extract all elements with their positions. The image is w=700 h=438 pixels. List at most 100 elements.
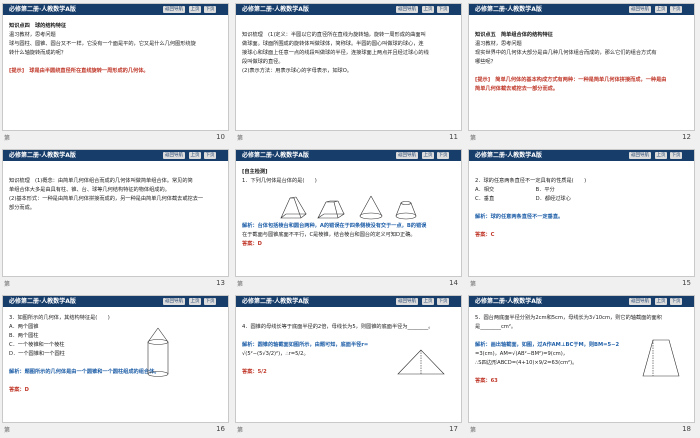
slide-text-line [475, 22, 688, 31]
slide-canvas: 必修第二册·人教数学A版 返回导航 上页 下页 2．球的任意两条直径不一定具有的性质是… [468, 149, 695, 277]
prev-page-button[interactable]: 上页 [655, 298, 667, 305]
slide-number: 14 [449, 279, 458, 287]
slide-header: 必修第二册·人教数学A版 返回导航 上页 下页 [3, 296, 228, 307]
slide-text-line: 是________cm²。 [475, 324, 517, 330]
next-page-button[interactable]: 下页 [437, 152, 449, 159]
slide-thumbnail[interactable]: 必修第二册·人教数学A版 返回导航 上页 下页 知识点五 简单组合体的结构特征 温习教材… [466, 0, 699, 146]
slide-text-line: A．两个圆锥 [9, 324, 39, 330]
slide-body: 2．球的任意两条直径不一定具有的性质是( ) A．相交 B．平分 C．垂直 D．都经… [475, 168, 688, 272]
slide-thumbnail[interactable]: 必修第二册·人教数学A版 返回导航 上页 下页知识点四 球的结构特征 温习教材，思考问题… [0, 0, 233, 146]
slide-header: 必修第二册·人教数学A版 返回导航 上页 下页 [3, 4, 228, 15]
slide-canvas: 必修第二册·人教数学A版 返回导航 上页 下页 [自主检测] 1．下列几何体是台体的是( … [235, 149, 462, 277]
slide-thumbnail[interactable]: 必修第二册·人教数学A版 返回导航 上页 下页 3．如图所示的几何体，其结构特征是( )… [0, 292, 233, 438]
slide-footer-label: 第 [470, 281, 477, 288]
slide-grid: 必修第二册·人教数学A版 返回导航 上页 下页 知识点四 球的结构特征 温习教材，思考问题… [0, 0, 700, 438]
next-page-button[interactable]: 下页 [437, 298, 449, 305]
return-nav-button[interactable]: 返回导航 [396, 298, 418, 305]
slide-thumbnail[interactable]: 必修第二册·人教数学A版 返回导航 上页 下页 4．圆锥的母线长等于底面半径的2倍，母… [233, 292, 466, 438]
slide-footer: 第 12 [468, 132, 695, 144]
return-nav-button[interactable]: 返回导航 [396, 6, 418, 13]
slide-thumbnail[interactable]: 必修第二册·人教数学A版 返回导航 上页 下页 知识梳理 (1)定义：半圆以它的直径所… [233, 0, 466, 146]
prev-page-button[interactable]: 上页 [422, 6, 434, 13]
slide-number: 12 [682, 133, 691, 141]
slide-text-line: 答案：C [475, 232, 495, 238]
return-nav-button[interactable]: 返回导航 [163, 152, 185, 159]
return-nav-button[interactable]: 返回导航 [396, 152, 418, 159]
prev-page-button[interactable]: 上页 [655, 152, 667, 159]
slide-body: 知识点四 球的结构特征 温习教材，思考问题 球与圆柱、圆锥、圆台又不一样，它没有一个… [9, 22, 222, 126]
slide-text-line: 温习教材，思考问题 [9, 32, 56, 38]
slide-text-line: 知识点五 简单组合体的结构特征 [475, 32, 553, 38]
slide-text-line: 哪些呢？ [475, 59, 496, 65]
slide-text-line [475, 67, 688, 76]
slide-footer: 第 11 [235, 132, 462, 144]
slide-canvas: 必修第二册·人教数学A版 返回导航 上页 下页 4．圆锥的母线长等于底面半径的2倍，母… [235, 295, 462, 423]
slide-footer: 第 10 [2, 132, 229, 144]
prev-page-button[interactable]: 上页 [422, 298, 434, 305]
slide-body: 知识梳理 (1)概念：由简单几何体组合而成的几何体叫做简单组合体。常见的简 单组合… [9, 168, 222, 272]
slide-canvas: 必修第二册·人教数学A版 返回导航 上页 下页 3．如图所示的几何体，其结构特征是( )… [2, 295, 229, 423]
slide-text-line: C．垂直 D．都经过球心 [475, 196, 571, 202]
next-page-button[interactable]: 下页 [670, 298, 682, 305]
slide-text-line: 球与圆柱、圆锥、圆台又不一样，它没有一个面是平的，它又是什么几何图形绕旋 [9, 41, 196, 47]
slide-header: 必修第二册·人教数学A版 返回导航 上页 下页 [3, 150, 228, 161]
slide-text-line [9, 168, 222, 177]
slide-number: 16 [216, 425, 225, 433]
slide-text-line: 解析：球的任意两条直径不一定垂直。 [475, 214, 564, 220]
slide-text-line: B．两个圆柱 [9, 333, 39, 339]
slide-header-title: 必修第二册·人教数学A版 [242, 6, 309, 13]
slide-header-title: 必修第二册·人教数学A版 [242, 152, 309, 159]
slide-header-title: 必修第二册·人教数学A版 [475, 298, 542, 305]
slide-text-line: 解析：台体包括棱台和圆台两种，A的错误在于四条侧棱没有交于一点，B的错误 [242, 223, 427, 229]
slide-number: 18 [682, 425, 691, 433]
prev-page-button[interactable]: 上页 [655, 6, 667, 13]
slide-header: 必修第二册·人教数学A版 返回导航 上页 下页 [469, 4, 694, 15]
slide-text-line: 转什么轴旋转而成的呢？ [9, 50, 67, 56]
slide-header-title: 必修第二册·人教数学A版 [475, 6, 542, 13]
next-page-button[interactable]: 下页 [437, 6, 449, 13]
slide-thumbnail[interactable]: 必修第二册·人教数学A版 返回导航 上页 下页 5．圆台两底面半径分别为2cm和5cm，… [466, 292, 699, 438]
cone-axial-section-figure [397, 349, 445, 375]
return-nav-button[interactable]: 返回导航 [629, 298, 651, 305]
slide-header-title: 必修第二册·人教数学A版 [475, 152, 542, 159]
return-nav-button[interactable]: 返回导航 [163, 298, 185, 305]
slide-thumbnail[interactable]: 必修第二册·人教数学A版 返回导航 上页 下页 2．球的任意两条直径不一定具有的性质是… [466, 146, 699, 292]
slide-footer-label: 第 [237, 427, 244, 434]
next-page-button[interactable]: 下页 [204, 152, 216, 159]
return-nav-button[interactable]: 返回导航 [629, 152, 651, 159]
prev-page-button[interactable]: 上页 [189, 6, 201, 13]
slide-body: 知识点五 简单组合体的结构特征 温习教材，思考问题 现实世界中的几何体大部分是由几种… [475, 22, 688, 126]
slide-text-line [242, 22, 455, 31]
slide-text-line: 现实世界中的几何体大部分是由几种几何体组合而成的，那么它们的组合方式有 [475, 50, 657, 56]
next-page-button[interactable]: 下页 [670, 152, 682, 159]
return-nav-button[interactable]: 返回导航 [629, 6, 651, 13]
slide-thumbnail[interactable]: 必修第二册·人教数学A版 返回导航 上页 下页 [自主检测] 1．下列几何体是台体的是( … [233, 146, 466, 292]
slide-text-line: 解析：题图所示的几何体是由一个圆锥和一个圆柱组成的组合体。 [9, 369, 160, 375]
slide-footer-label: 第 [470, 427, 477, 434]
slide-header: 必修第二册·人教数学A版 返回导航 上页 下页 [236, 296, 461, 307]
slide-text-line: 在于截面与圆锥底面不平行，C是棱锥，结合棱台和圆台的定义可知D正确。 [242, 232, 416, 238]
slide-thumbnail[interactable]: 必修第二册·人教数学A版 返回导航 上页 下页 知识梳理 (1)概念：由简单几何体组合… [0, 146, 233, 292]
slide-text-line: [提示] 球是由半圆绕直径所在直线旋转一周形成的几何体。 [9, 68, 149, 74]
next-page-button[interactable]: 下页 [204, 298, 216, 305]
slide-text-line [9, 377, 222, 386]
slide-text-line: C．一个棱锥和一个棱柱 [9, 342, 65, 348]
next-page-button[interactable]: 下页 [204, 6, 216, 13]
slide-text-line: 4．圆锥的母线长等于底面半径的2倍，母线长为5，则圆锥的底面半径为_______… [242, 324, 434, 330]
slide-text-line: 3．如图所示的几何体，其结构特征是( ) [9, 315, 110, 321]
slide-footer-label: 第 [237, 135, 244, 142]
slide-canvas: 必修第二册·人教数学A版 返回导航 上页 下页 知识梳理 (1)定义：半圆以它的直径所… [235, 3, 462, 131]
slide-text-line: A．相交 B．平分 [475, 187, 555, 193]
slide-number: 11 [449, 133, 458, 141]
slide-text-line: (2)表示方法：用表示球心的字母表示，如球O。 [242, 68, 352, 74]
slide-number: 10 [216, 133, 225, 141]
slide-canvas: 必修第二册·人教数学A版 返回导航 上页 下页 5．圆台两底面半径分别为2cm和5cm，… [468, 295, 695, 423]
slide-text-line: 答案：D [9, 387, 29, 393]
slide-footer: 第 14 [235, 278, 462, 290]
next-page-button[interactable]: 下页 [670, 6, 682, 13]
prev-page-button[interactable]: 上页 [422, 152, 434, 159]
return-nav-button[interactable]: 返回导航 [163, 6, 185, 13]
prev-page-button[interactable]: 上页 [189, 298, 201, 305]
prev-page-button[interactable]: 上页 [189, 152, 201, 159]
slide-text-line [242, 314, 455, 323]
